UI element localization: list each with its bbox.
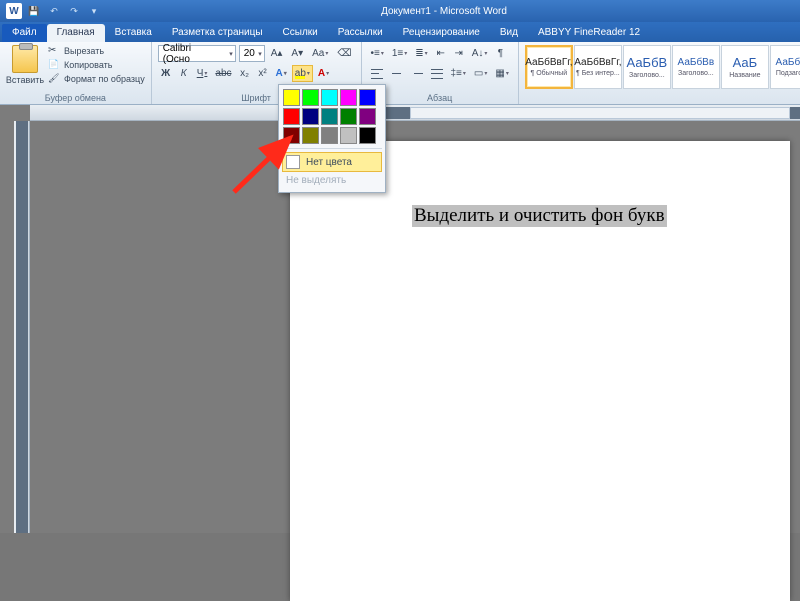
paste-button[interactable]: Вставить — [6, 45, 44, 93]
sort-button[interactable]: A↓ — [469, 45, 491, 62]
selected-text[interactable]: Выделить и очистить фон букв — [412, 205, 667, 227]
font-family-combo[interactable]: Calibri (Осно — [158, 45, 236, 62]
italic-button[interactable]: К — [176, 65, 192, 82]
group-clipboard: Вставить Вырезать Копировать Формат по о… — [0, 42, 152, 104]
style-card[interactable]: АаБНазвание — [721, 45, 769, 89]
paste-icon — [12, 45, 38, 73]
show-marks-button[interactable]: ¶ — [492, 45, 508, 62]
tab-references[interactable]: Ссылки — [273, 24, 328, 42]
tab-mailings[interactable]: Рассылки — [328, 24, 393, 42]
tab-abbyy[interactable]: ABBYY FineReader 12 — [528, 24, 650, 42]
font-color-button[interactable]: A — [315, 65, 332, 82]
tab-review[interactable]: Рецензирование — [393, 24, 490, 42]
color-swatch[interactable] — [359, 108, 376, 125]
bold-button[interactable]: Ж — [158, 65, 174, 82]
paste-label: Вставить — [6, 75, 44, 85]
color-swatch[interactable] — [340, 127, 357, 144]
color-swatch[interactable] — [321, 127, 338, 144]
copy-icon — [48, 59, 60, 71]
highlight-color-button[interactable]: ab — [292, 65, 313, 82]
subscript-button[interactable]: x₂ — [237, 65, 253, 82]
group-label-clipboard: Буфер обмена — [6, 93, 145, 104]
qat-more-icon[interactable]: ▾ — [86, 3, 102, 19]
shading-button[interactable]: ▭ — [471, 65, 490, 82]
color-swatch[interactable] — [359, 127, 376, 144]
color-swatch[interactable] — [340, 89, 357, 106]
group-styles: АаБбВвГг,¶ ОбычныйАаБбВвГг,¶ Без интер..… — [519, 42, 800, 104]
cut-button[interactable]: Вырезать — [48, 45, 145, 57]
color-swatch[interactable] — [302, 127, 319, 144]
bullets-button[interactable]: •≡ — [368, 45, 387, 62]
font-size-combo[interactable]: 20 — [239, 45, 265, 62]
shrink-font-button[interactable]: A▾ — [288, 45, 306, 62]
borders-button[interactable]: ▦ — [492, 65, 511, 82]
tab-home[interactable]: Главная — [47, 24, 105, 42]
vertical-ruler[interactable] — [14, 121, 30, 533]
save-icon[interactable]: 💾 — [26, 3, 42, 19]
style-card[interactable]: АаБбВвГг,¶ Обычный — [525, 45, 573, 89]
group-label-paragraph: Абзац — [368, 93, 512, 104]
undo-icon[interactable]: ↶ — [46, 3, 62, 19]
format-painter-button[interactable]: Формат по образцу — [48, 73, 145, 85]
strikethrough-button[interactable]: abc — [212, 65, 234, 82]
highlight-swatch-icon — [295, 76, 305, 79]
brush-icon — [48, 73, 60, 85]
style-card[interactable]: АаБбВвПодзагол... — [770, 45, 800, 89]
decrease-indent-button[interactable]: ⇤ — [433, 45, 449, 62]
stop-highlight-label: Не выделять — [286, 175, 346, 186]
color-swatch[interactable] — [321, 89, 338, 106]
color-swatch[interactable] — [283, 89, 300, 106]
color-swatch[interactable] — [340, 108, 357, 125]
document-area: Выделить и очистить фон букв — [0, 105, 800, 533]
color-swatch[interactable] — [283, 108, 300, 125]
color-swatch[interactable] — [302, 108, 319, 125]
tab-page-layout[interactable]: Разметка страницы — [162, 24, 273, 42]
align-center-button[interactable] — [388, 65, 406, 82]
no-color-swatch-icon — [286, 155, 300, 169]
style-card[interactable]: АаБбВвЗаголово... — [672, 45, 720, 89]
word-logo-icon: W — [6, 3, 22, 19]
page[interactable]: Выделить и очистить фон букв — [290, 141, 790, 601]
tab-file[interactable]: Файл — [2, 24, 47, 42]
ribbon-tabs: Файл Главная Вставка Разметка страницы С… — [0, 22, 800, 42]
underline-button[interactable]: Ч — [194, 65, 211, 82]
quick-access-toolbar: W 💾 ↶ ↷ ▾ — [0, 3, 108, 19]
styles-gallery: АаБбВвГг,¶ ОбычныйАаБбВвГг,¶ Без интер..… — [525, 45, 800, 104]
no-color-item[interactable]: Нет цвета — [282, 152, 382, 172]
superscript-button[interactable]: x² — [255, 65, 271, 82]
grow-font-button[interactable]: A▴ — [268, 45, 286, 62]
line-spacing-button[interactable]: ‡≡ — [448, 65, 469, 82]
no-color-label: Нет цвета — [306, 157, 352, 168]
style-card[interactable]: АаБбВвГг,¶ Без интер... — [574, 45, 622, 89]
redo-icon[interactable]: ↷ — [66, 3, 82, 19]
horizontal-ruler[interactable] — [30, 105, 800, 121]
align-left-button[interactable] — [368, 65, 386, 82]
style-card[interactable]: АаБбВЗаголово... — [623, 45, 671, 89]
justify-button[interactable] — [428, 65, 446, 82]
color-grid — [282, 88, 382, 145]
multilevel-list-button[interactable]: ≣ — [412, 45, 430, 62]
tab-insert[interactable]: Вставка — [105, 24, 162, 42]
copy-button[interactable]: Копировать — [48, 59, 145, 71]
increase-indent-button[interactable]: ⇥ — [451, 45, 467, 62]
ribbon: Вставить Вырезать Копировать Формат по о… — [0, 42, 800, 105]
clear-formatting-button[interactable]: ⌫ — [334, 45, 354, 62]
align-right-button[interactable] — [408, 65, 426, 82]
stop-highlight-item[interactable]: Не выделять — [282, 172, 382, 189]
color-swatch[interactable] — [302, 89, 319, 106]
scissors-icon — [48, 45, 60, 57]
text-effects-button[interactable]: A — [273, 65, 290, 82]
numbering-button[interactable]: 1≡ — [389, 45, 410, 62]
separator — [282, 148, 382, 149]
color-swatch[interactable] — [359, 89, 376, 106]
title-bar: W 💾 ↶ ↷ ▾ Документ1 - Microsoft Word — [0, 0, 800, 22]
color-swatch[interactable] — [283, 127, 300, 144]
tab-view[interactable]: Вид — [490, 24, 528, 42]
window-title: Документ1 - Microsoft Word — [108, 6, 800, 17]
highlight-color-dropdown: Нет цвета Не выделять — [278, 84, 386, 193]
change-case-button[interactable]: Aa — [309, 45, 331, 62]
color-swatch[interactable] — [321, 108, 338, 125]
